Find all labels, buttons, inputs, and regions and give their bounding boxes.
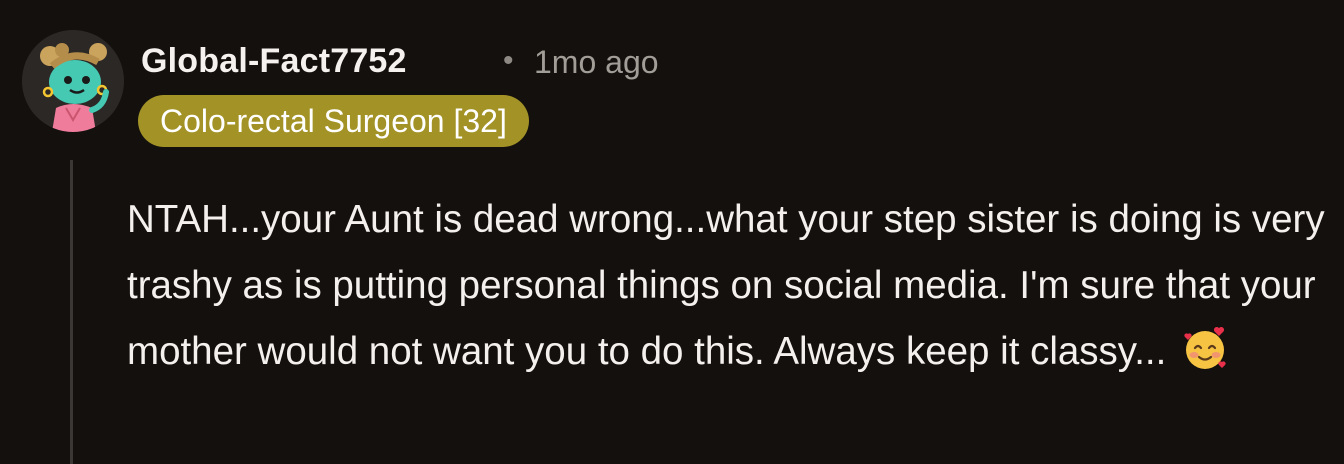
snoo-avatar-icon bbox=[22, 30, 124, 132]
thread-collapse-line[interactable] bbox=[70, 160, 73, 464]
user-flair[interactable]: Colo-rectal Surgeon [32] bbox=[138, 95, 529, 147]
avatar[interactable] bbox=[22, 30, 124, 132]
comment-text: NTAH...your Aunt is dead wrong...what yo… bbox=[127, 198, 1325, 373]
smiling-face-with-hearts-icon bbox=[1184, 326, 1226, 369]
author-username[interactable]: Global-Fact7752 bbox=[141, 42, 407, 81]
comment-body: NTAH...your Aunt is dead wrong...what yo… bbox=[127, 187, 1327, 385]
comment-timestamp[interactable]: 1mo ago bbox=[534, 44, 659, 81]
meta-separator: • bbox=[503, 44, 514, 77]
